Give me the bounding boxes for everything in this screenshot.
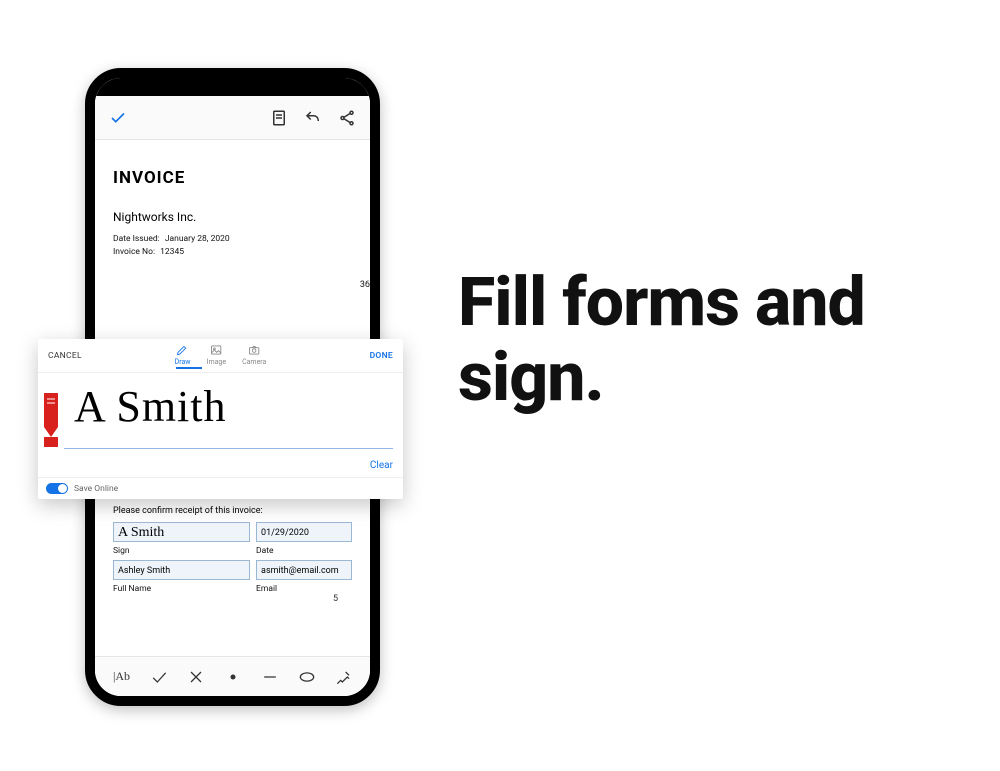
- dot-tool-icon[interactable]: [221, 665, 245, 689]
- form-fields-grid: A Smith 01/29/2020 Sign Date Ashley Smit…: [113, 522, 352, 594]
- text-tool-icon[interactable]: |Ab: [110, 665, 134, 689]
- signature-tabs: Draw Image Camera: [175, 343, 267, 368]
- signature-canvas[interactable]: A Smith Clear: [38, 373, 403, 477]
- active-tab-underline: [176, 367, 202, 369]
- email-label: Email: [256, 584, 277, 594]
- tab-draw-label: Draw: [175, 358, 191, 366]
- bottom-toolbar: |Ab: [95, 656, 370, 696]
- date-label: Date: [256, 546, 352, 556]
- document-title: INVOICE: [113, 168, 352, 188]
- signature-panel-footer: Save Online: [38, 477, 403, 499]
- check-tool-icon[interactable]: [147, 665, 171, 689]
- tab-image-label: Image: [207, 358, 227, 366]
- date-issued-label: Date Issued:: [113, 234, 160, 244]
- signature-baseline: [64, 448, 393, 449]
- sign-label: Sign: [113, 546, 250, 556]
- clear-button[interactable]: Clear: [370, 460, 393, 471]
- circle-tool-icon[interactable]: [295, 665, 319, 689]
- edge-number: 36: [360, 280, 370, 290]
- invoice-no-line: Invoice No: 12345: [113, 247, 352, 257]
- sign-field[interactable]: A Smith: [113, 522, 250, 542]
- date-issued-line: Date Issued: January 28, 2020: [113, 234, 352, 244]
- x-tool-icon[interactable]: [184, 665, 208, 689]
- date-field[interactable]: 01/29/2020: [256, 522, 352, 542]
- signature-text: A Smith: [74, 381, 227, 432]
- pen-marker-icon: [42, 393, 60, 449]
- fullname-label: Full Name: [113, 584, 250, 594]
- share-icon[interactable]: [338, 109, 356, 127]
- phone-statusbar: [95, 78, 370, 96]
- save-online-label: Save Online: [74, 484, 118, 494]
- page-count-badge: 5: [333, 594, 338, 604]
- email-field[interactable]: asmith@email.com: [256, 560, 352, 580]
- date-issued-value: January 28, 2020: [165, 234, 230, 244]
- stage: Fill forms and sign.: [0, 0, 1000, 771]
- done-button[interactable]: DONE: [370, 351, 393, 361]
- fullname-field[interactable]: Ashley Smith: [113, 560, 250, 580]
- confirm-receipt-text: Please confirm receipt of this invoice:: [113, 506, 352, 516]
- cancel-button[interactable]: CANCEL: [48, 351, 82, 361]
- tab-camera[interactable]: Camera: [242, 343, 266, 368]
- tab-camera-label: Camera: [242, 358, 266, 366]
- page-count-number: 5: [333, 594, 338, 604]
- save-online-toggle[interactable]: [46, 483, 68, 494]
- tab-draw[interactable]: Draw: [175, 343, 191, 368]
- form-tool-icon[interactable]: [270, 109, 288, 127]
- signature-panel: CANCEL Draw Image Camera DONE: [38, 339, 403, 499]
- confirm-icon[interactable]: [109, 109, 127, 127]
- company-name: Nightworks Inc.: [113, 210, 352, 224]
- marketing-headline: Fill forms and sign.: [458, 265, 978, 415]
- tab-image[interactable]: Image: [207, 343, 227, 368]
- signature-panel-header: CANCEL Draw Image Camera DONE: [38, 339, 403, 373]
- undo-icon[interactable]: [304, 109, 322, 127]
- line-tool-icon[interactable]: [258, 665, 282, 689]
- app-toolbar: [95, 96, 370, 140]
- pencil-icon: [176, 343, 190, 357]
- image-icon: [209, 343, 223, 357]
- invoice-no-label: Invoice No:: [113, 247, 155, 257]
- text-tool-label: |Ab: [113, 669, 130, 684]
- camera-icon: [247, 343, 261, 357]
- sign-tool-icon[interactable]: [332, 665, 356, 689]
- invoice-no-value: 12345: [160, 247, 184, 257]
